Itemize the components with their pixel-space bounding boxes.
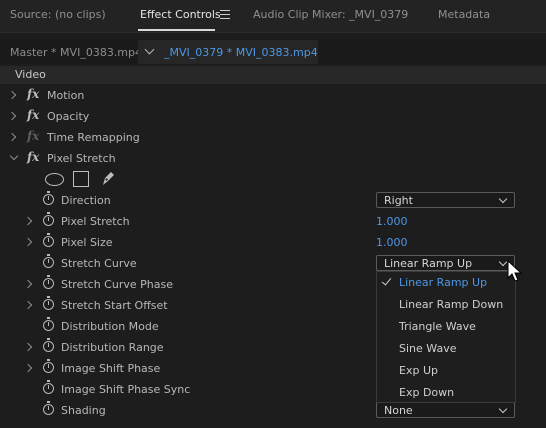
stopwatch-icon[interactable] xyxy=(43,233,54,247)
fx-icon: fx xyxy=(27,129,40,143)
panel-tab-bar: Source: (no clips) Effect Controls Audio… xyxy=(0,0,546,33)
param-label: Image Shift Phase Sync xyxy=(61,383,191,396)
pixel-size-value[interactable]: 1.000 xyxy=(376,236,408,249)
effect-row-time-remapping[interactable]: fx Time Remapping xyxy=(0,127,546,148)
menu-item-exp-down[interactable]: Exp Down xyxy=(377,382,515,404)
panel-menu-icon[interactable] xyxy=(220,10,230,19)
menu-item-linear-ramp-up[interactable]: Linear Ramp Up xyxy=(377,272,515,294)
effect-row-opacity[interactable]: fx Opacity xyxy=(0,106,546,127)
sequence-clip-label: _MVI_0379 * MVI_0383.mp4 xyxy=(164,46,318,59)
dropdown-value: None xyxy=(384,404,413,417)
stopwatch-icon[interactable] xyxy=(43,317,54,331)
chevron-down-icon xyxy=(498,257,508,267)
disclosure-triangle-icon[interactable] xyxy=(7,90,17,100)
disclosure-triangle-icon[interactable] xyxy=(23,342,33,352)
menu-item-triangle-wave[interactable]: Triangle Wave xyxy=(377,316,515,338)
param-label: Distribution Range xyxy=(61,341,164,354)
clip-header: Master * MVI_0383.mp4 _MVI_0379 * MVI_03… xyxy=(0,40,546,64)
disclosure-triangle-icon[interactable] xyxy=(9,151,19,161)
mask-tools xyxy=(45,170,125,188)
direction-dropdown[interactable]: Right xyxy=(376,192,515,208)
tab-effect-controls[interactable]: Effect Controls xyxy=(140,8,221,21)
param-label: Stretch Start Offset xyxy=(61,299,168,312)
menu-item-exp-up[interactable]: Exp Up xyxy=(377,360,515,382)
param-label: Stretch Curve Phase xyxy=(61,278,173,291)
rectangle-mask-icon[interactable] xyxy=(73,171,89,187)
menu-item-linear-ramp-down[interactable]: Linear Ramp Down xyxy=(377,294,515,316)
tab-audio-clip-mixer[interactable]: Audio Clip Mixer: _MVI_0379 xyxy=(253,8,408,21)
pixel-stretch-value[interactable]: 1.000 xyxy=(376,215,408,228)
dropdown-value: Right xyxy=(384,194,413,207)
param-row-pixel-size: Pixel Size 1.000 xyxy=(0,232,546,253)
stopwatch-icon[interactable] xyxy=(43,296,54,310)
fx-icon[interactable]: fx xyxy=(27,87,39,101)
disclosure-triangle-icon[interactable] xyxy=(23,363,33,373)
disclosure-triangle-icon[interactable] xyxy=(7,111,17,121)
param-label: Distribution Mode xyxy=(61,320,159,333)
dropdown-value: Linear Ramp Up xyxy=(384,257,473,270)
stopwatch-icon[interactable] xyxy=(43,254,54,268)
param-label: Direction xyxy=(61,194,111,207)
shading-dropdown[interactable]: None xyxy=(376,402,515,418)
sequence-clip-tab[interactable]: _MVI_0379 * MVI_0383.mp4 xyxy=(138,40,318,64)
effect-label: Opacity xyxy=(47,110,90,123)
menu-item-label: Triangle Wave xyxy=(399,320,476,333)
pen-mask-icon[interactable] xyxy=(100,170,116,186)
mouse-cursor-icon xyxy=(507,260,523,282)
fx-icon[interactable]: fx xyxy=(27,108,39,122)
fx-icon[interactable]: fx xyxy=(27,150,39,164)
stopwatch-icon[interactable] xyxy=(43,212,54,226)
disclosure-triangle-icon[interactable] xyxy=(23,279,33,289)
effect-row-motion[interactable]: fx Motion xyxy=(0,85,546,106)
param-row-pixel-stretch: Pixel Stretch 1.000 xyxy=(0,211,546,232)
video-section-header: Video xyxy=(0,66,546,84)
stopwatch-icon[interactable] xyxy=(43,359,54,373)
video-section-label: Video xyxy=(15,68,46,81)
param-label: Pixel Stretch xyxy=(61,215,130,228)
stopwatch-icon[interactable] xyxy=(43,338,54,352)
master-clip-tab[interactable]: Master * MVI_0383.mp4 xyxy=(10,46,142,59)
ellipse-mask-icon[interactable] xyxy=(45,173,64,186)
stopwatch-icon[interactable] xyxy=(43,401,54,415)
param-label: Stretch Curve xyxy=(61,257,137,270)
param-label: Pixel Size xyxy=(61,236,113,249)
effect-label: Time Remapping xyxy=(47,131,140,144)
disclosure-triangle-icon[interactable] xyxy=(23,216,33,226)
stretch-curve-menu: Linear Ramp Up Linear Ramp Down Triangle… xyxy=(376,271,516,403)
chevron-down-icon xyxy=(498,404,508,414)
stopwatch-icon[interactable] xyxy=(43,275,54,289)
active-tab-indicator xyxy=(138,29,215,31)
param-label: Image Shift Phase xyxy=(61,362,161,375)
chevron-down-icon xyxy=(498,194,508,204)
menu-item-label: Exp Down xyxy=(399,386,455,399)
menu-item-label: Sine Wave xyxy=(399,342,457,355)
effect-row-pixel-stretch[interactable]: fx Pixel Stretch xyxy=(0,148,546,169)
stretch-curve-dropdown[interactable]: Linear Ramp Up xyxy=(376,255,515,271)
stopwatch-icon[interactable] xyxy=(43,380,54,394)
chevron-down-icon[interactable] xyxy=(144,44,155,55)
checkmark-icon xyxy=(381,275,392,286)
menu-item-label: Exp Up xyxy=(399,364,438,377)
effect-label: Pixel Stretch xyxy=(47,152,116,165)
disclosure-triangle-icon[interactable] xyxy=(23,237,33,247)
disclosure-triangle-icon[interactable] xyxy=(23,300,33,310)
disclosure-triangle-icon[interactable] xyxy=(7,132,17,142)
effect-label: Motion xyxy=(47,89,85,102)
param-label: Shading xyxy=(61,404,106,417)
menu-item-label: Linear Ramp Down xyxy=(399,298,504,311)
menu-item-sine-wave[interactable]: Sine Wave xyxy=(377,338,515,360)
menu-item-label: Linear Ramp Up xyxy=(399,276,488,289)
tab-metadata[interactable]: Metadata xyxy=(438,8,490,21)
stopwatch-icon[interactable] xyxy=(43,191,54,205)
tab-source[interactable]: Source: (no clips) xyxy=(10,8,106,21)
param-row-direction: Direction Right xyxy=(0,190,546,211)
